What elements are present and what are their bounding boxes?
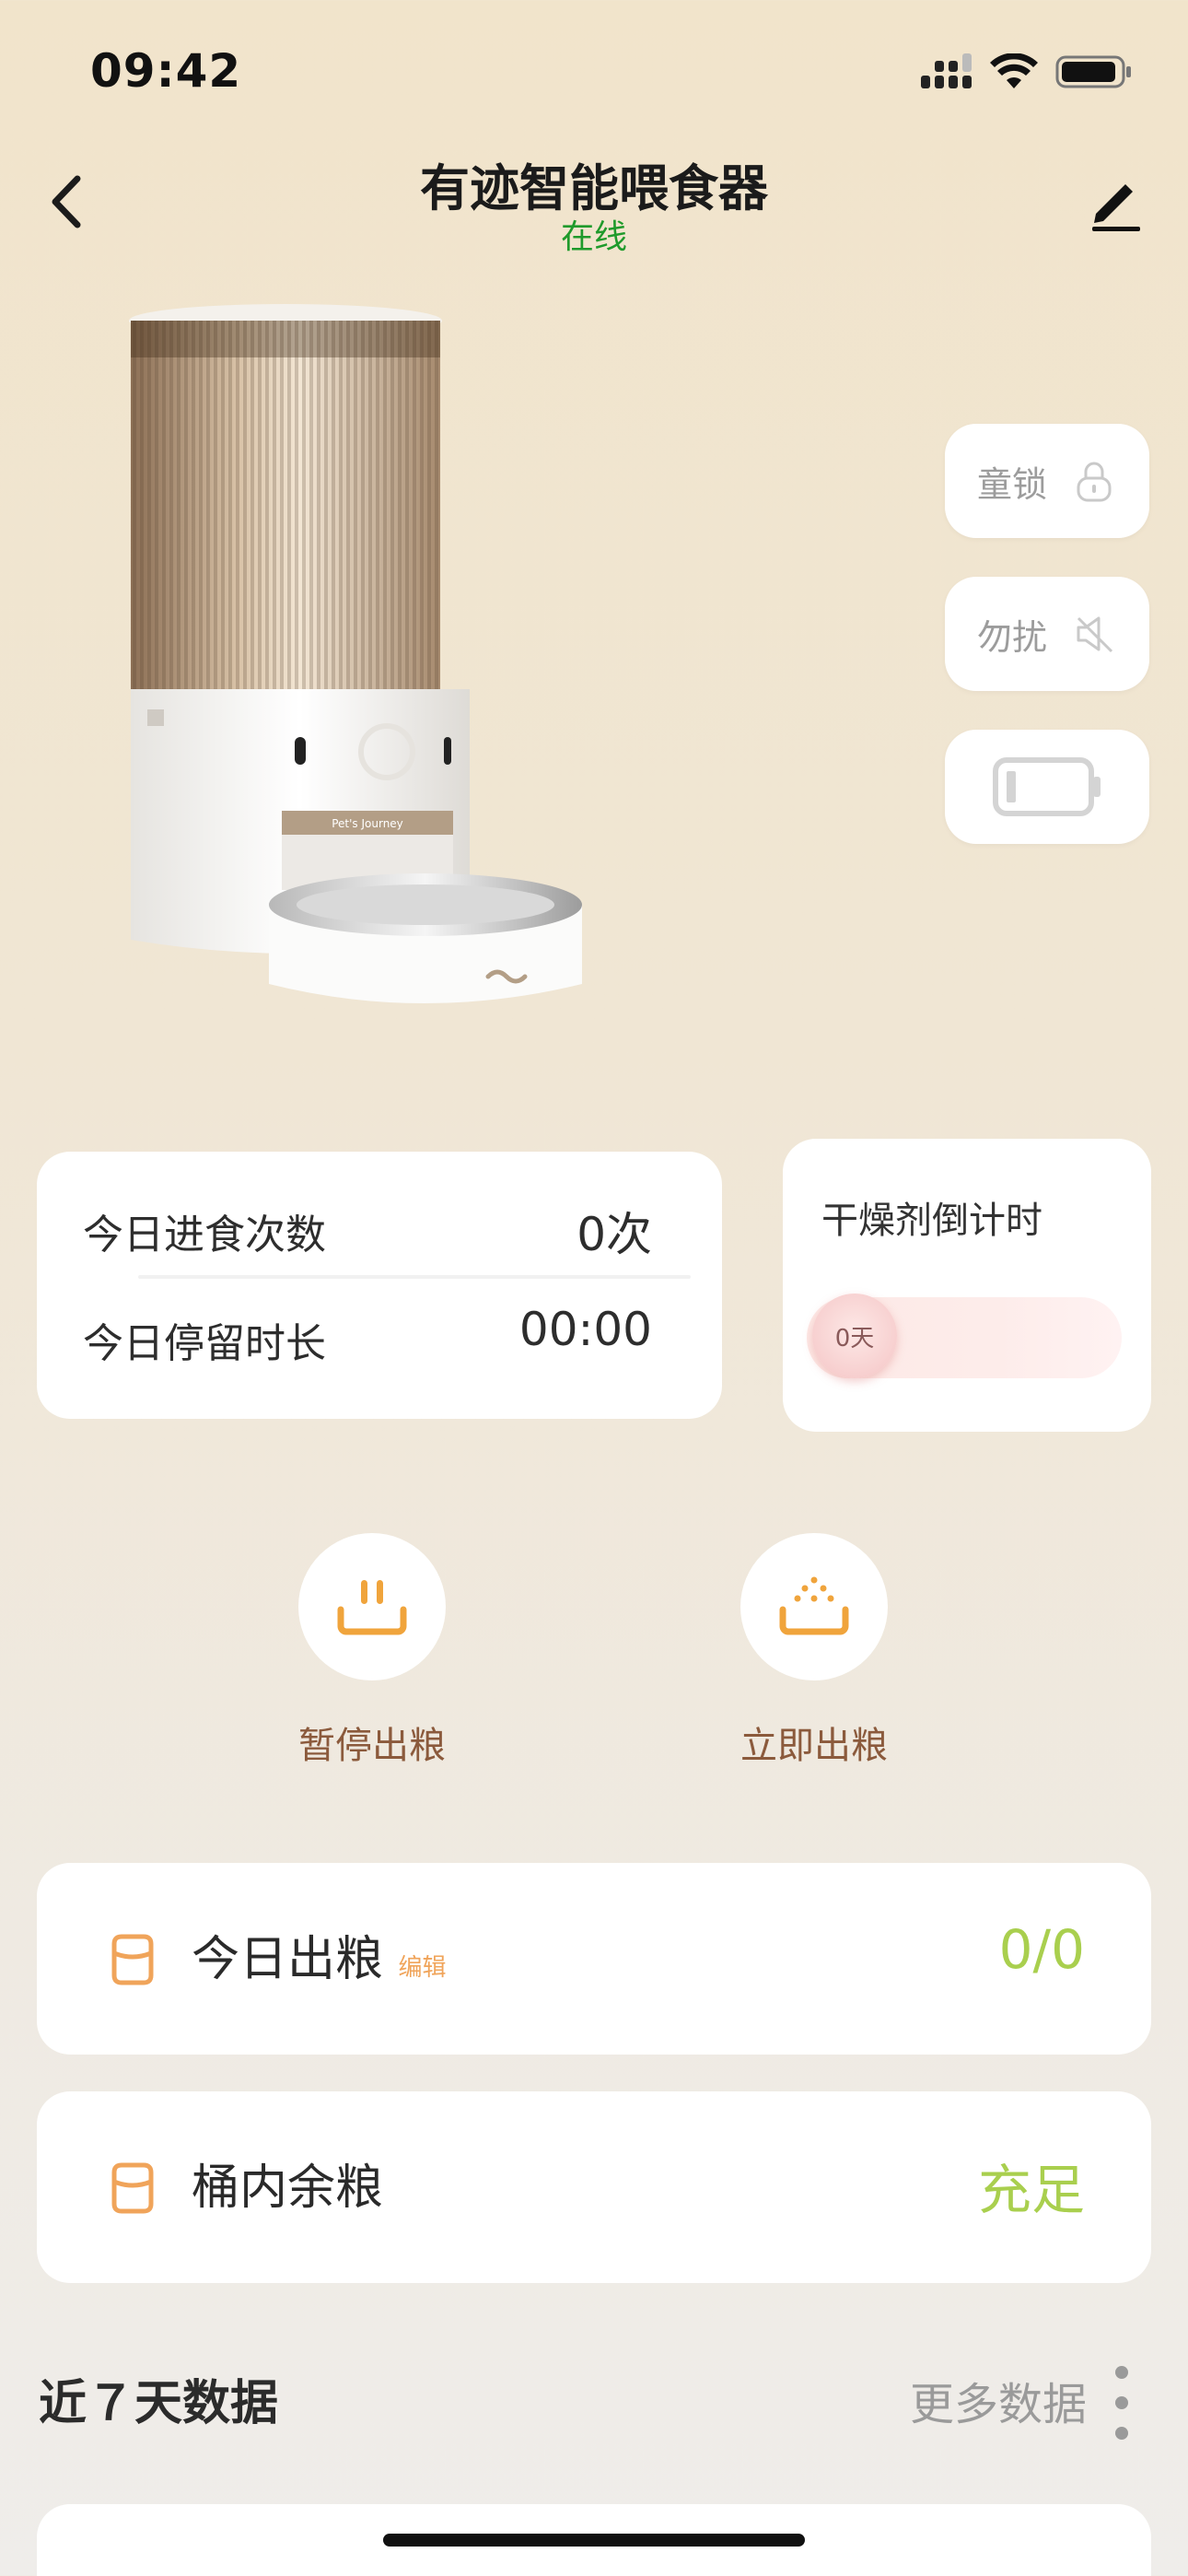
today-feed-edit-link[interactable]: 编辑 xyxy=(399,1954,447,1982)
recent-data-title: 近７天数据 xyxy=(39,2376,279,2431)
do-not-disturb-label: 勿扰 xyxy=(976,616,1047,658)
status-icons xyxy=(921,53,1133,90)
mute-icon xyxy=(1077,616,1113,653)
meals-count-value: 0次 xyxy=(577,1208,652,1261)
today-feed-value: 0/0 xyxy=(998,1918,1085,1981)
device-battery-chip[interactable] xyxy=(945,730,1149,844)
food-bucket-icon xyxy=(111,1934,154,1985)
signal-icon xyxy=(921,53,972,88)
dispense-feed-icon xyxy=(779,1576,849,1635)
child-lock-label: 童锁 xyxy=(976,463,1047,505)
remaining-food-value: 充足 xyxy=(977,2159,1085,2221)
status-time: 09:42 xyxy=(90,44,242,98)
today-feed-row[interactable]: 今日出粮 编辑 0/0 xyxy=(37,1863,1151,2055)
today-feed-label: 今日出粮 编辑 xyxy=(192,1920,447,1989)
today-feed-label-text: 今日出粮 xyxy=(192,1932,384,1987)
today-stats-card: 今日进食次数 0次 今日停留时长 00:00 xyxy=(37,1152,722,1419)
wifi-icon xyxy=(990,53,1038,88)
pause-feed-label[interactable]: 暂停出粮 xyxy=(252,1715,492,1769)
stats-divider xyxy=(138,1275,691,1279)
lock-icon xyxy=(1077,462,1112,502)
feed-now-button[interactable] xyxy=(740,1533,888,1680)
online-status: 在线 xyxy=(560,218,627,256)
brand-text: Pet's Journey xyxy=(332,817,403,830)
home-indicator[interactable] xyxy=(383,2534,805,2547)
meals-count-label: 今日进食次数 xyxy=(83,1212,326,1259)
food-bucket-icon xyxy=(111,2162,154,2214)
more-options-icon[interactable] xyxy=(1112,2366,1131,2440)
desiccant-countdown-card[interactable]: 干燥剂倒计时 0天 xyxy=(783,1139,1151,1432)
edit-icon[interactable] xyxy=(1085,171,1146,232)
child-lock-button[interactable]: 童锁 xyxy=(945,424,1149,538)
more-data-link[interactable]: 更多数据 xyxy=(910,2368,1087,2432)
do-not-disturb-button[interactable]: 勿扰 xyxy=(945,577,1149,691)
battery-status-icon xyxy=(1055,55,1131,88)
battery-icon xyxy=(993,757,1101,816)
feed-now-label[interactable]: 立即出粮 xyxy=(694,1715,934,1769)
desiccant-title: 干燥剂倒计时 xyxy=(821,1200,1042,1242)
remaining-food-label: 桶内余粮 xyxy=(192,2160,384,2216)
desiccant-days-knob: 0天 xyxy=(812,1294,897,1378)
pause-feed-icon xyxy=(337,1580,407,1635)
feeder-product-image: Pet's Journey xyxy=(129,304,582,1003)
stay-duration-value: 00:00 xyxy=(518,1303,652,1356)
pause-feed-button[interactable] xyxy=(298,1533,446,1680)
stay-duration-label: 今日停留时长 xyxy=(83,1320,326,1367)
remaining-food-row[interactable]: 桶内余粮 充足 xyxy=(37,2091,1151,2283)
